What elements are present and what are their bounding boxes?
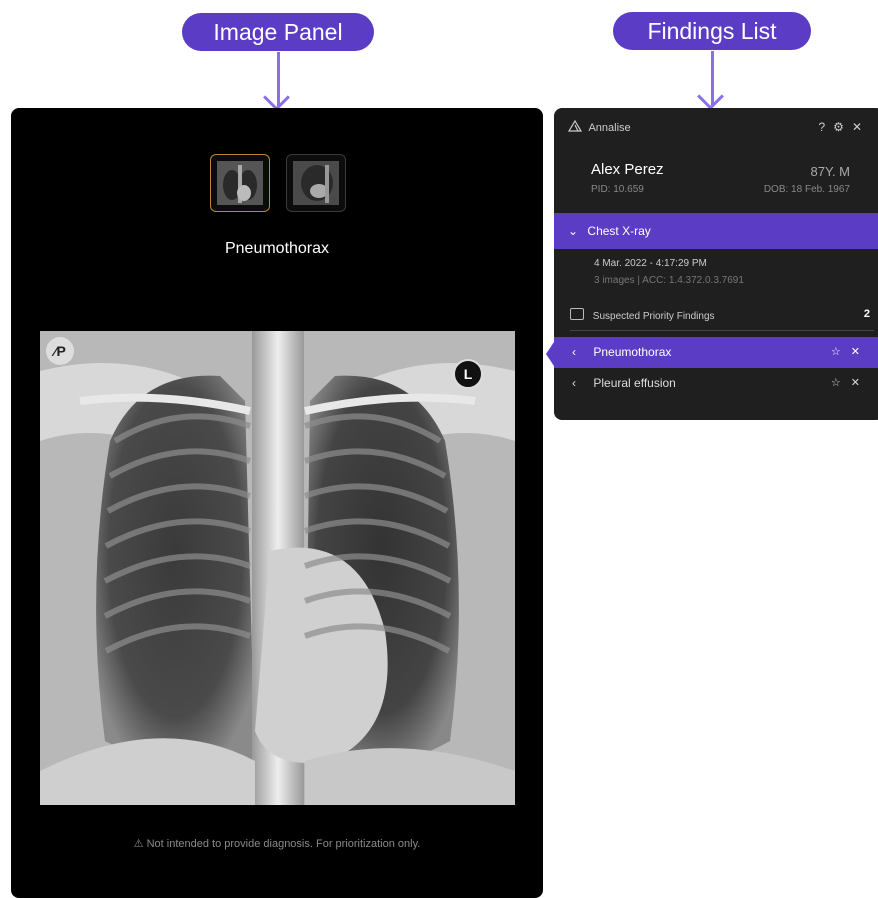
image-panel-callout: Image Panel (182, 13, 374, 51)
left-side-marker: L (453, 359, 483, 389)
xray-viewer[interactable]: ⁄P L (40, 331, 515, 805)
findings-list-callout: Findings List (613, 12, 811, 50)
priority-label: Suspected Priority Findings (592, 311, 715, 322)
finding-item-pleural-effusion[interactable]: ‹ Pleural effusion ☆✕ (554, 368, 878, 399)
patient-name: Alex Perez (591, 161, 664, 178)
thumbnail-lateral[interactable] (286, 154, 346, 212)
study-header[interactable]: ⌄ Chest X-ray (554, 213, 878, 249)
finding-label: Pleural effusion (593, 376, 676, 390)
annalise-logo-icon (568, 120, 582, 132)
image-panel-arrow (263, 52, 293, 112)
disclaimer-text: Not intended to provide diagnosis. For p… (146, 838, 421, 850)
image-panel: Pneumothorax ⁄P L ⚠ Not intended to prov… (11, 108, 543, 898)
lateral-xray-thumbnail-icon (293, 161, 339, 205)
study-meta: 3 images | ACC: 1.4.372.0.3.7691 (594, 275, 744, 286)
active-finding-title: Pneumothorax (224, 240, 330, 257)
priority-count: 2 (863, 308, 870, 320)
patient-dob: DOB: 18 Feb. 1967 (763, 184, 850, 195)
patient-id: PID: 10.659 (591, 184, 644, 195)
header-icons: ?⚙✕ (818, 120, 870, 134)
close-icon[interactable]: ✕ (851, 346, 870, 358)
star-icon[interactable]: ☆ (831, 346, 851, 358)
stack-icon (570, 308, 584, 320)
star-icon[interactable]: ☆ (831, 377, 851, 389)
app-name: Annalise (588, 122, 631, 134)
frontal-xray-thumbnail-icon (217, 161, 263, 205)
findings-header: Annalise ?⚙✕ (568, 120, 878, 138)
finding-actions: ☆✕ (831, 337, 870, 368)
chest-xray-image (40, 331, 515, 805)
help-icon[interactable]: ? (818, 120, 833, 134)
disclaimer: ⚠ Not intended to provide diagnosis. For… (11, 837, 543, 850)
thumbnail-frontal[interactable] (210, 154, 270, 212)
ap-orientation-badge: ⁄P (46, 337, 74, 365)
settings-icon[interactable]: ⚙ (833, 120, 852, 134)
finding-label: Pneumothorax (593, 345, 672, 359)
finding-item-pneumothorax[interactable]: ‹ Pneumothorax ☆✕ (554, 337, 878, 368)
close-icon[interactable]: ✕ (851, 377, 870, 389)
study-datetime: 4 Mar. 2022 - 4:17:29 PM (594, 258, 707, 269)
findings-list-arrow (697, 51, 727, 111)
warning-icon: ⚠ (133, 838, 144, 850)
chevron-left-icon: ‹ (572, 376, 576, 390)
chevron-down-icon: ⌄ (568, 224, 579, 238)
priority-findings-header: Suspected Priority Findings 2 (570, 308, 874, 331)
findings-list-panel: Annalise ?⚙✕ Alex Perez 87Y. M PID: 10.6… (554, 108, 878, 420)
finding-actions: ☆✕ (831, 368, 870, 399)
chevron-left-icon: ‹ (572, 345, 576, 359)
close-icon[interactable]: ✕ (852, 120, 870, 134)
patient-age-sex: 87Y. M (810, 164, 850, 179)
study-label: Chest X-ray (587, 224, 651, 238)
